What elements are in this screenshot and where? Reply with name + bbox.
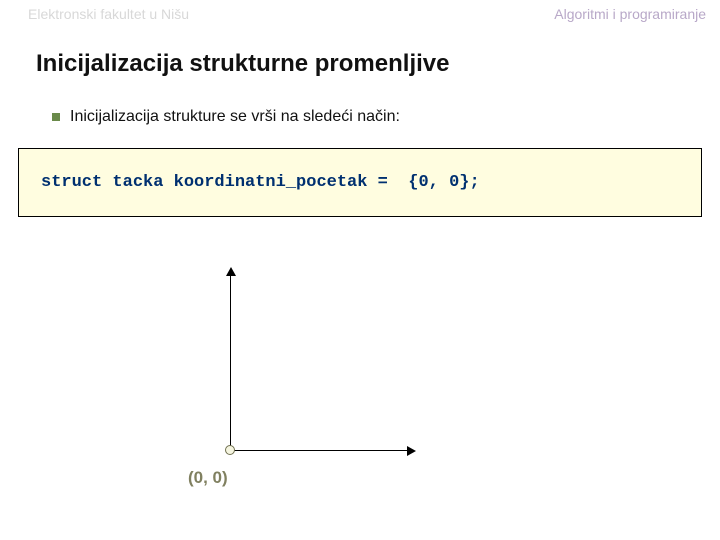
code-panel: struct tacka koordinatni_pocetak = {0, 0… — [18, 148, 702, 217]
arrow-right-icon — [407, 446, 416, 456]
code-line: struct tacka koordinatni_pocetak = {0, 0… — [41, 173, 679, 192]
y-axis — [230, 270, 231, 450]
origin-point-icon — [225, 445, 235, 455]
header-left: Elektronski fakultet u Nišu — [28, 6, 189, 22]
bullet-text: Inicijalizacija strukture se vrši na sle… — [70, 108, 400, 126]
coordinate-diagram: (0, 0) — [150, 270, 410, 510]
origin-label: (0, 0) — [188, 468, 228, 488]
bullet-item: Inicijalizacija strukture se vrši na sle… — [0, 78, 720, 126]
arrow-up-icon — [226, 267, 236, 276]
header-right: Algoritmi i programiranje — [554, 6, 706, 22]
slide-title: Inicijalizacija strukturne promenljive — [0, 22, 720, 78]
x-axis — [230, 450, 410, 451]
bullet-square-icon — [52, 113, 60, 121]
